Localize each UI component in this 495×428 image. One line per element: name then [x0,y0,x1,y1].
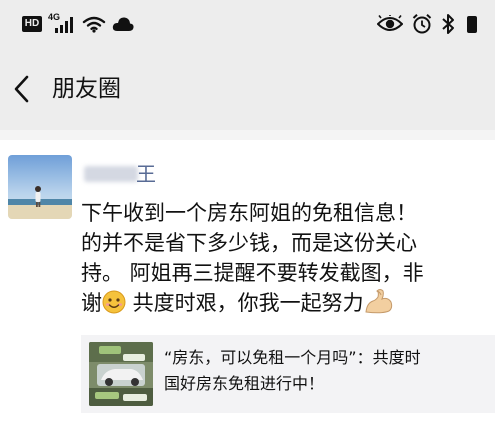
smile-emoji-icon [102,290,126,322]
section-divider [0,130,495,140]
eye-icon [377,15,403,31]
hd-badge: HD [22,16,42,32]
link-title-line-1: “房东，可以免租一个月吗”：共度时 [164,348,421,367]
link-thumbnail [89,342,153,406]
avatar-photo [8,155,72,219]
bluetooth-icon [442,14,454,34]
avatar[interactable] [8,155,72,219]
status-right [377,12,481,36]
signal-icon: 4G [48,13,76,35]
title-bar: 朋友圈 [0,48,495,130]
post-line-4-prefix: 谢 [81,291,102,315]
post-line-2: 的并不是省下多少钱，而是这份关心 [81,231,417,255]
shared-link-card[interactable]: “房东，可以免租一个月吗”：共度时 国好房东免租进行中！ [81,335,495,413]
author-name-redacted [84,166,138,182]
link-title: “房东，可以免租一个月吗”：共度时 国好房东免租进行中！ [164,345,495,397]
back-button[interactable] [4,69,40,109]
link-thumbnail-image [89,342,153,406]
wifi-icon [82,16,106,33]
extra-status-icon [467,16,477,33]
post-line-4: 谢 共度时艰，你我一起努力 [81,288,495,322]
link-title-line-2: 国好房东免租进行中！ [164,374,325,393]
moment-post: 王 下午收到一个房东阿姐的免租信息！ 的并不是省下多少钱，而是这份关心 持。 阿… [0,140,495,428]
page-title: 朋友圈 [52,76,121,102]
back-arrow-icon [14,75,29,103]
author-name[interactable]: 王 [136,162,156,186]
post-line-4-text: 共度时艰，你我一起努力 [126,291,364,315]
post-line-1: 下午收到一个房东阿姐的免租信息！ [81,201,417,225]
alarm-icon [412,14,432,34]
post-line-3: 持。 阿姐再三提醒不要转发截图，非 [81,261,424,285]
cloud-icon [112,17,134,31]
status-left: HD 4G [22,12,134,36]
moments-screen: HD 4G 朋友圈 王 下午收到一个房东阿姐的免租信息！ 的并不是省下多少钱，而… [0,0,495,428]
post-text: 下午收到一个房东阿姐的免租信息！ 的并不是省下多少钱，而是这份关心 持。 阿姐再… [81,198,495,322]
signal-bars [55,17,73,33]
status-bar: HD 4G [0,0,495,48]
flexed-biceps-emoji-icon [364,288,394,322]
